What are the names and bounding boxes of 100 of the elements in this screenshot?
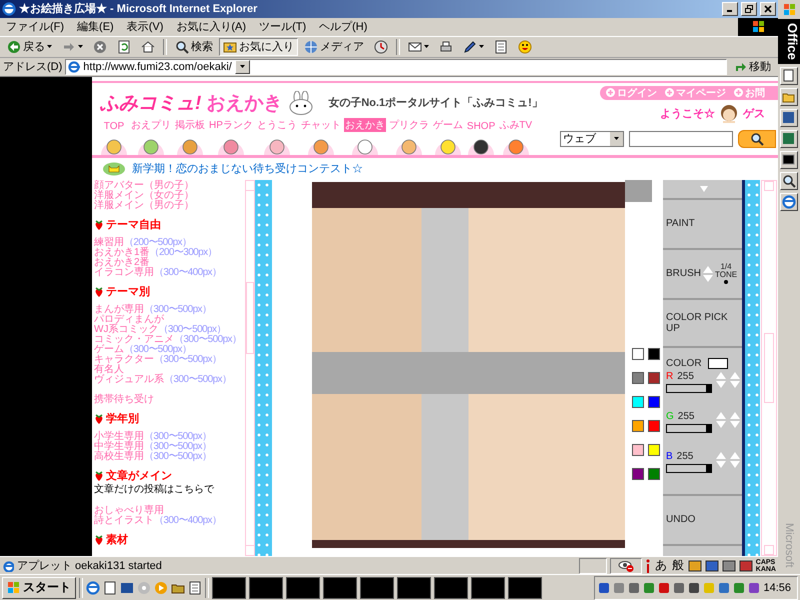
color-swatch[interactable]: [648, 420, 660, 432]
category-link[interactable]: 中学生専用（300〜500px）: [94, 440, 212, 452]
nav-tab[interactable]: プリクラ: [388, 118, 430, 155]
category-link[interactable]: キャラクター（300〜500px）: [94, 354, 222, 365]
category-link[interactable]: 高校生専用（300〜500px）: [94, 450, 212, 462]
taskbar-window-button[interactable]: [397, 576, 431, 598]
category-link[interactable]: おえかき1番（200〜300px）: [94, 246, 217, 258]
brush-size: 1/4: [720, 263, 732, 272]
color-swatch[interactable]: [632, 444, 644, 456]
scrollbar[interactable]: [761, 180, 777, 556]
nav-tab[interactable]: とうこう: [256, 118, 298, 155]
back-button[interactable]: 戻る: [3, 38, 56, 56]
strawberry-icon: [94, 534, 104, 545]
office-shortcut-button[interactable]: [780, 108, 798, 127]
privacy-eye-icon: [618, 560, 634, 572]
start-button[interactable]: スタート: [2, 576, 76, 598]
maximize-button[interactable]: [741, 2, 757, 16]
menu-item[interactable]: 編集(E): [77, 19, 114, 34]
taskbar-window-button[interactable]: [249, 576, 283, 598]
scrollbar[interactable]: [245, 180, 255, 556]
nav-tab[interactable]: 掲示板: [174, 118, 206, 155]
office-shortcut-button[interactable]: [780, 150, 798, 169]
color-swatch[interactable]: [648, 468, 660, 480]
office-shortcut-button[interactable]: [780, 88, 798, 106]
section-heading: 素材: [106, 532, 128, 547]
category-link[interactable]: イラコン専用（300〜400px）: [94, 266, 222, 278]
search-button[interactable]: 検索: [171, 38, 217, 56]
category-link[interactable]: まんが専用（300〜500px）: [94, 304, 212, 315]
category-link[interactable]: 洋服メイン（女の子）: [94, 190, 194, 201]
nav-tab[interactable]: ゲーム: [432, 118, 464, 155]
media-button[interactable]: メディア: [300, 38, 368, 56]
category-link[interactable]: コミック・アニメ（300〜500px）: [94, 334, 242, 345]
color-swatch[interactable]: [648, 396, 660, 408]
office-shortcut-button[interactable]: [780, 66, 798, 85]
ime-button[interactable]: 般: [670, 557, 685, 574]
color-swatch[interactable]: [648, 348, 660, 360]
category-link[interactable]: おしゃべり専用: [94, 504, 164, 516]
office-shortcut-button[interactable]: [780, 192, 798, 211]
media-player-icon: [154, 580, 168, 594]
taskbar-window-button[interactable]: [360, 576, 394, 598]
search-icon: [750, 132, 764, 146]
color-swatch[interactable]: [632, 468, 644, 480]
stop-icon: [93, 40, 107, 54]
dropdown-button[interactable]: [234, 60, 250, 74]
nav-tab[interactable]: おえかき: [344, 118, 386, 155]
taskbar-window-button[interactable]: [508, 576, 542, 598]
office-shortcut-button[interactable]: [780, 172, 798, 190]
nav-tab[interactable]: TOP: [100, 120, 128, 155]
tray-app-icon: [718, 582, 730, 594]
menu-item[interactable]: ファイル(F): [6, 19, 64, 34]
menu-item[interactable]: ツール(T): [259, 19, 306, 34]
info-icon: [644, 558, 651, 573]
category-link[interactable]: ヴィジュアル系（300〜500px）: [94, 374, 232, 385]
close-button[interactable]: [760, 2, 776, 16]
category-link[interactable]: おえかき2番: [94, 256, 150, 268]
site-logo[interactable]: ふみコミュ!: [100, 90, 202, 116]
category-link[interactable]: パロディまんが: [94, 314, 164, 325]
account-link[interactable]: ログイン: [606, 86, 657, 100]
nav-tab[interactable]: SHOP: [466, 120, 496, 155]
category-link[interactable]: ゲーム（300〜500px）: [94, 344, 192, 355]
color-swatch[interactable]: [632, 348, 644, 360]
color-swatch[interactable]: [648, 444, 660, 456]
nav-tab[interactable]: チャット: [300, 118, 342, 155]
scope-select[interactable]: ウェブ: [560, 130, 624, 147]
menu-item[interactable]: 表示(V): [126, 19, 164, 34]
minimize-button[interactable]: [722, 2, 738, 16]
nav-tab[interactable]: ふみTV: [498, 118, 534, 155]
taskbar-window-button[interactable]: [212, 576, 246, 598]
category-link[interactable]: 携帯待ち受け: [94, 394, 154, 405]
office-shortcut-button[interactable]: [780, 130, 798, 148]
nav-tab[interactable]: HPランク: [208, 118, 254, 155]
tray-app-icon: [598, 582, 610, 594]
taskbar-window-button[interactable]: [286, 576, 320, 598]
color-swatch[interactable]: [632, 420, 644, 432]
category-link[interactable]: WJ系コミック（300〜500px）: [94, 324, 226, 335]
color-swatch[interactable]: [632, 396, 644, 408]
comic-artwork[interactable]: [312, 182, 625, 548]
category-link[interactable]: 有名人: [94, 364, 124, 375]
color-swatch[interactable]: [648, 372, 660, 384]
ime-button[interactable]: あ: [654, 557, 668, 574]
category-link[interactable]: 詩とイラスト（300〜400px）: [94, 514, 222, 526]
category-link[interactable]: 小学生専用（300〜500px）: [94, 430, 212, 442]
nav-tab[interactable]: おえプリ: [130, 118, 172, 155]
category-link[interactable]: 洋服メイン（男の子）: [94, 200, 194, 211]
search-field[interactable]: [629, 130, 733, 147]
address-field[interactable]: http://www.fumi23.com/oekaki/: [65, 58, 727, 75]
banner-link[interactable]: 新学期！恋のおまじない待ち受けコンテスト☆: [132, 161, 363, 176]
menu-item[interactable]: お気に入り(A): [176, 19, 246, 34]
category-link[interactable]: 練習用（200〜500px）: [94, 236, 192, 248]
favorites-button[interactable]: お気に入り: [219, 38, 298, 56]
account-link[interactable]: お問: [734, 86, 765, 100]
go-button[interactable]: 移動: [730, 59, 775, 74]
category-link[interactable]: 顔アバター（男の子）: [94, 180, 194, 191]
account-link[interactable]: マイページ: [665, 86, 726, 100]
taskbar-window-button[interactable]: [434, 576, 468, 598]
taskbar-window-button[interactable]: [471, 576, 505, 598]
color-swatch[interactable]: [632, 372, 644, 384]
taskbar-window-button[interactable]: [323, 576, 357, 598]
menu-item[interactable]: ヘルプ(H): [319, 19, 368, 34]
search-button[interactable]: [738, 130, 776, 148]
